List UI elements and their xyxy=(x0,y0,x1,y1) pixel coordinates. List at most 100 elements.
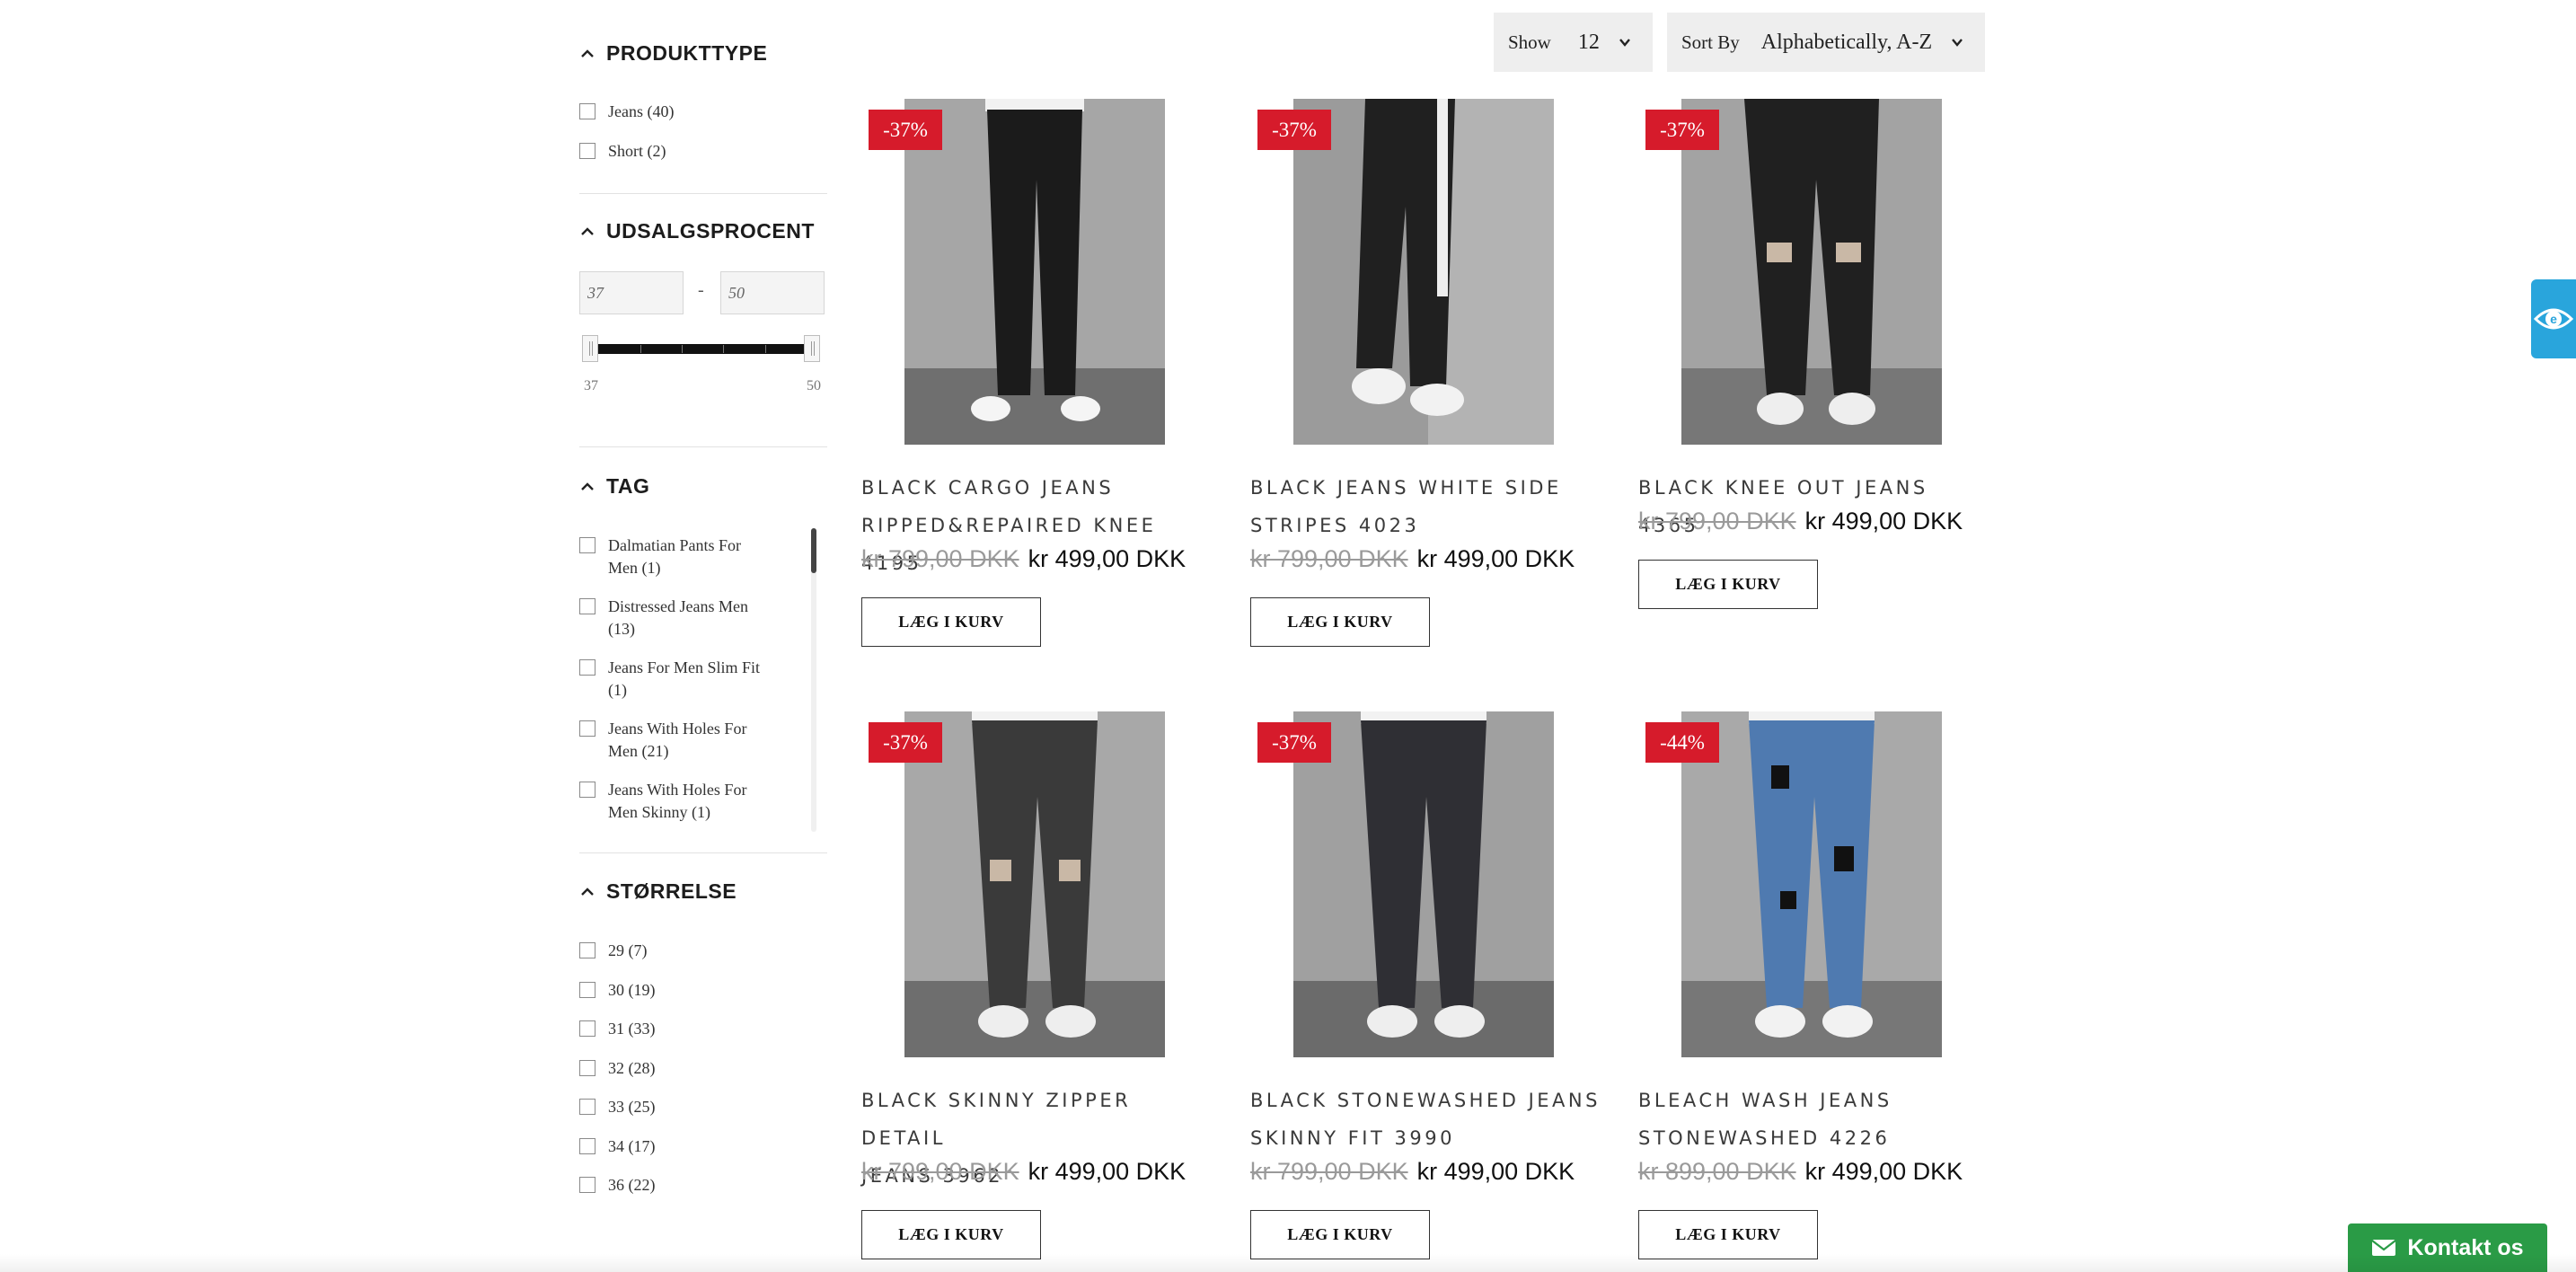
filter-option-size[interactable]: 31 (33) xyxy=(579,1018,656,1040)
checkbox[interactable] xyxy=(579,537,595,553)
product-image[interactable] xyxy=(1293,99,1554,445)
product-photo xyxy=(904,711,1165,1057)
tag-scrollbar[interactable] xyxy=(811,528,816,832)
filter-heading-size[interactable]: STØRRELSE xyxy=(579,879,737,904)
sort-by-select[interactable]: Sort By Alphabetically, A-Z xyxy=(1667,13,1985,72)
old-price: kr 799,00 DKK xyxy=(1250,1158,1408,1185)
filter-heading-label: TAG xyxy=(606,474,650,498)
old-price: kr 799,00 DKK xyxy=(861,545,1019,572)
checkbox[interactable] xyxy=(579,1060,595,1076)
product-image[interactable] xyxy=(1681,99,1942,445)
discount-max-input[interactable]: 50 xyxy=(720,271,825,314)
filter-option-size[interactable]: 32 (28) xyxy=(579,1057,656,1080)
discount-slider-track[interactable] xyxy=(597,344,809,354)
filter-option-short[interactable]: Short (2) xyxy=(579,140,666,163)
price-row: kr 799,00 DKK kr 499,00 DKK xyxy=(1250,545,1575,573)
filter-option-tag[interactable]: Jeans With Holes For Men (21) xyxy=(579,718,746,763)
product-photo xyxy=(1681,711,1942,1057)
sale-price: kr 499,00 DKK xyxy=(1028,545,1187,572)
filter-option-tag[interactable]: Dalmatian Pants For Men (1) xyxy=(579,534,741,579)
slider-handle-min[interactable] xyxy=(582,335,598,362)
price-row: kr 799,00 DKK kr 499,00 DKK xyxy=(861,545,1186,573)
checkbox[interactable] xyxy=(579,1138,595,1154)
show-per-page-select[interactable]: Show 12 xyxy=(1494,13,1653,72)
checkbox[interactable] xyxy=(579,982,595,998)
slider-handle-max[interactable] xyxy=(804,335,820,362)
filter-option-size[interactable]: 34 (17) xyxy=(579,1135,656,1158)
price-row: kr 799,00 DKK kr 499,00 DKK xyxy=(1638,508,1963,535)
filter-option-label: 31 (33) xyxy=(608,1020,656,1038)
filter-option-label: 36 (22) xyxy=(608,1176,656,1194)
filter-option-label: Dalmatian Pants For Men (1) xyxy=(608,536,741,577)
product-image[interactable] xyxy=(904,99,1165,445)
sort-value: Alphabetically, A-Z xyxy=(1760,30,1933,54)
filter-heading-tag[interactable]: TAG xyxy=(579,474,649,499)
product-photo xyxy=(1293,711,1554,1057)
filter-option-label: Jeans With Holes For Men (21) xyxy=(608,720,747,760)
checkbox[interactable] xyxy=(579,103,595,119)
filter-heading-label: PRODUKTTYPE xyxy=(606,41,768,65)
old-price: kr 799,00 DKK xyxy=(861,1158,1019,1185)
checkbox[interactable] xyxy=(579,1020,595,1037)
filter-option-label: Distressed Jeans Men (13) xyxy=(608,597,748,638)
slider-tick xyxy=(682,345,683,353)
scrollbar-thumb[interactable] xyxy=(811,528,816,573)
filter-option-size[interactable]: 29 (7) xyxy=(579,940,648,962)
product-image[interactable] xyxy=(904,711,1165,1057)
checkbox[interactable] xyxy=(579,782,595,798)
chevron-up-icon xyxy=(581,226,594,235)
discount-badge: -37% xyxy=(869,110,942,150)
checkbox[interactable] xyxy=(579,598,595,614)
filter-option-label: 30 (19) xyxy=(608,981,656,999)
svg-text:e: e xyxy=(2550,312,2557,326)
filter-heading-product-type[interactable]: PRODUKTTYPE xyxy=(579,41,767,66)
chevron-down-icon xyxy=(1952,39,1963,47)
checkbox[interactable] xyxy=(579,1099,595,1115)
divider xyxy=(579,193,827,194)
filter-heading-label: STØRRELSE xyxy=(606,879,737,903)
filter-option-tag[interactable]: Jeans For Men Slim Fit (1) xyxy=(579,657,760,702)
divider xyxy=(579,852,827,853)
add-to-cart-button[interactable]: LÆG I KURV xyxy=(1250,597,1430,647)
checkbox[interactable] xyxy=(579,720,595,737)
add-to-cart-button[interactable]: LÆG I KURV xyxy=(861,1210,1041,1259)
checkbox[interactable] xyxy=(579,942,595,958)
filter-option-size[interactable]: 33 (25) xyxy=(579,1096,656,1118)
filter-option-size[interactable]: 30 (19) xyxy=(579,979,656,1002)
slider-tick xyxy=(765,345,766,353)
old-price: kr 799,00 DKK xyxy=(1638,508,1796,534)
product-photo xyxy=(1293,99,1554,445)
accessibility-widget[interactable]: e xyxy=(2531,279,2576,358)
add-to-cart-button[interactable]: LÆG I KURV xyxy=(1638,560,1818,609)
slider-min-label: 37 xyxy=(584,378,598,393)
chevron-down-icon xyxy=(1619,39,1630,47)
product-image[interactable] xyxy=(1293,711,1554,1057)
filter-option-label: 33 (25) xyxy=(608,1098,656,1116)
sale-price: kr 499,00 DKK xyxy=(1028,1158,1187,1185)
product-title[interactable]: BLACK STONEWASHED JEANS SKINNY FIT 3990 xyxy=(1250,1082,1610,1157)
range-dash: - xyxy=(698,280,704,300)
discount-min-input[interactable]: 37 xyxy=(579,271,684,314)
filter-option-label: Jeans (40) xyxy=(608,102,675,120)
filter-option-tag[interactable]: Distressed Jeans Men (13) xyxy=(579,596,748,640)
discount-badge: -37% xyxy=(1257,110,1331,150)
filter-option-label: Jeans With Holes For Men Skinny (1) xyxy=(608,781,747,821)
slider-tick xyxy=(640,345,641,353)
discount-badge: -37% xyxy=(1257,722,1331,763)
add-to-cart-button[interactable]: LÆG I KURV xyxy=(861,597,1041,647)
checkbox[interactable] xyxy=(579,1177,595,1193)
product-title[interactable]: BLACK JEANS WHITE SIDE STRIPES 4023 xyxy=(1250,469,1610,544)
checkbox[interactable] xyxy=(579,143,595,159)
bottom-shadow xyxy=(0,1254,2576,1272)
checkbox[interactable] xyxy=(579,659,595,676)
filter-heading-discount[interactable]: UDSALGSPROCENT xyxy=(579,219,815,243)
filter-option-label: 34 (17) xyxy=(608,1137,656,1155)
product-image[interactable] xyxy=(1681,711,1942,1057)
filter-option-tag[interactable]: Jeans With Holes For Men Skinny (1) xyxy=(579,779,746,824)
product-title[interactable]: BLEACH WASH JEANS STONEWASHED 4226 xyxy=(1638,1082,1998,1157)
filter-option-size[interactable]: 36 (22) xyxy=(579,1174,656,1197)
add-to-cart-button[interactable]: LÆG I KURV xyxy=(1638,1210,1818,1259)
add-to-cart-button[interactable]: LÆG I KURV xyxy=(1250,1210,1430,1259)
filter-option-jeans[interactable]: Jeans (40) xyxy=(579,101,674,123)
discount-badge: -37% xyxy=(869,722,942,763)
